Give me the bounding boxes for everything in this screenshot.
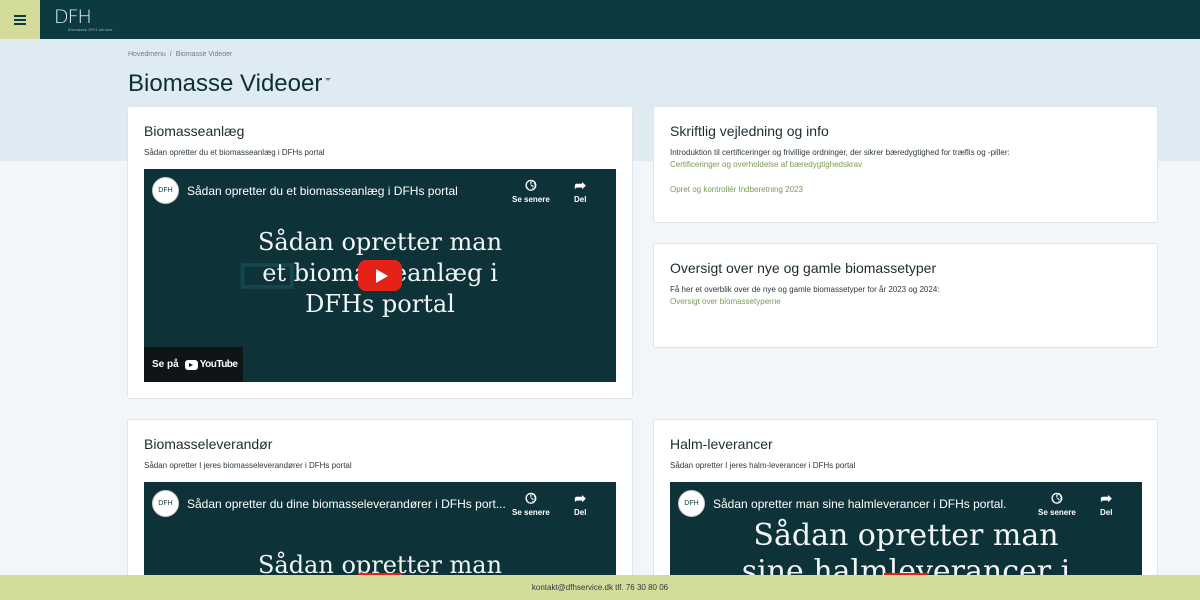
share-label: Del xyxy=(574,508,587,517)
breadcrumb-current: Biomasse Videoer xyxy=(175,51,233,58)
share-arrow-icon: ➦ xyxy=(574,490,587,506)
dfh-logo[interactable]: DFH Biomasse DFH service xyxy=(54,5,113,32)
link-oversigt-biomassetyper[interactable]: Oversigt over biomassetyperne xyxy=(670,297,781,306)
footer: kontakt@dfhservice.dk tlf. 76 30 80 06 xyxy=(0,575,1200,600)
card-oversigt-biomassetyper: Oversigt over nye og gamle biomassetyper… xyxy=(653,243,1158,348)
watch-later-button[interactable]: 🕓︎ Se senere xyxy=(512,177,550,204)
play-button[interactable] xyxy=(358,260,402,291)
play-icon xyxy=(375,268,388,283)
share-button[interactable]: ➦ Del xyxy=(1100,490,1112,517)
channel-avatar[interactable]: DFH xyxy=(152,177,179,204)
share-arrow-icon: ➦ xyxy=(574,177,587,193)
breadcrumb-home[interactable]: Hovedmenu xyxy=(128,51,166,58)
menu-button[interactable] xyxy=(0,0,40,39)
share-arrow-icon: ➦ xyxy=(1100,490,1113,506)
overlay-line: Sådan opretter man xyxy=(257,228,503,256)
video-header: DFH Sådan opretter man sine halmleveranc… xyxy=(678,490,1006,517)
card-description: Sådan opretter du et biomasseanlæg i DFH… xyxy=(144,148,325,157)
video-title[interactable]: Sådan opretter du dine biomasseleverandø… xyxy=(187,497,506,511)
link-indberetning-2023[interactable]: Opret og kontrollér Indberetning 2023 xyxy=(670,185,803,194)
share-label: Del xyxy=(574,195,587,204)
logo-mark: DFH xyxy=(54,5,92,28)
card-description: Sådan opretter I jeres biomasseleverandø… xyxy=(144,461,352,470)
card-halm-leverancer: Halm-leverancer Sådan opretter I jeres h… xyxy=(653,419,1158,600)
video-embed-biomasseanlaeg[interactable]: ▭ Sådan opretter man et biomasseanlæg i … xyxy=(144,169,616,382)
share-button[interactable]: ➦ Del xyxy=(574,177,586,204)
video-title[interactable]: Sådan opretter man sine halmleverancer i… xyxy=(713,497,1006,511)
card-description: Sådan opretter I jeres halm-leverancer i… xyxy=(670,461,856,470)
watch-later-label: Se senere xyxy=(512,508,550,517)
page-title[interactable]: Biomasse Videoer xyxy=(128,70,332,98)
card-skriftlig-vejledning: Skriftlig vejledning og info Introduktio… xyxy=(653,106,1158,223)
breadcrumb: Hovedmenu / Biomasse Videoer xyxy=(128,51,232,58)
watch-later-button[interactable]: 🕓︎ Se senere xyxy=(512,490,550,517)
card-description: Få her et overblik over de nye og gamle … xyxy=(670,285,940,294)
watch-later-button[interactable]: 🕓︎ Se senere xyxy=(1038,490,1076,517)
top-navbar: DFH Biomasse DFH service xyxy=(0,0,1200,39)
youtube-wordmark: YouTube xyxy=(199,359,238,370)
logo-subtitle: Biomasse DFH service xyxy=(68,26,113,32)
watch-on-youtube-button[interactable]: Se på YouTube xyxy=(144,347,243,382)
video-header: DFH Sådan opretter du dine biomasselever… xyxy=(152,490,506,517)
youtube-logo-icon: YouTube xyxy=(184,359,238,370)
video-title[interactable]: Sådan opretter du et biomasseanlæg i DFH… xyxy=(187,184,458,198)
card-title: Skriftlig vejledning og info xyxy=(670,123,829,139)
watch-later-label: Se senere xyxy=(1038,508,1076,517)
channel-avatar[interactable]: DFH xyxy=(152,490,179,517)
clock-icon: 🕓︎ xyxy=(525,177,537,193)
watch-later-label: Se senere xyxy=(512,195,550,204)
overlay-line: Sådan opretter man xyxy=(753,518,1059,553)
watch-on-label: Se på xyxy=(152,359,179,370)
share-button[interactable]: ➦ Del xyxy=(574,490,586,517)
link-certificeringer[interactable]: Certificeringer og overholdelse af bæred… xyxy=(670,160,862,169)
footer-contact[interactable]: kontakt@dfhservice.dk tlf. 76 30 80 06 xyxy=(532,583,668,592)
clock-icon: 🕓︎ xyxy=(525,490,537,506)
page-title-text: Biomasse Videoer xyxy=(128,70,323,97)
card-title: Halm-leverancer xyxy=(670,436,773,452)
channel-avatar[interactable]: DFH xyxy=(678,490,705,517)
clock-icon: 🕓︎ xyxy=(1051,490,1063,506)
card-description: Introduktion til certificeringer og friv… xyxy=(670,148,1010,157)
breadcrumb-separator: / xyxy=(169,51,172,58)
card-title: Biomasseanlæg xyxy=(144,123,245,139)
share-label: Del xyxy=(1100,508,1113,517)
card-biomasseleverandoer: Biomasseleverandør Sådan opretter I jere… xyxy=(127,419,633,600)
card-title: Oversigt over nye og gamle biomassetyper xyxy=(670,260,937,276)
caret-down-icon xyxy=(325,77,332,81)
card-title: Biomasseleverandør xyxy=(144,436,273,452)
hamburger-icon xyxy=(14,13,26,27)
card-biomasseanlaeg: Biomasseanlæg Sådan opretter du et bioma… xyxy=(127,106,633,399)
video-header: DFH Sådan opretter du et biomasseanlæg i… xyxy=(152,177,458,204)
overlay-line: DFHs portal xyxy=(305,290,455,318)
